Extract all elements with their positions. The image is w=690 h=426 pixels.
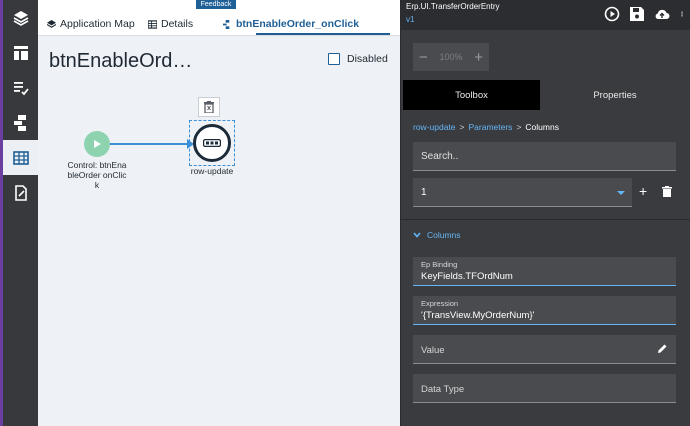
- ep-binding-field[interactable]: Ep Binding KeyFields.TFOrdNum: [413, 257, 676, 286]
- table-icon: [148, 19, 157, 29]
- tab-btnenableorder-onclick[interactable]: btnEnableOrder_onClick: [223, 14, 359, 34]
- expression-field[interactable]: Expression '{TransView.MyOrderNum}': [413, 296, 676, 325]
- add-column-button[interactable]: +: [639, 184, 647, 198]
- left-rail: [0, 0, 38, 426]
- start-node-label: Control: btnEnableOrder onClick: [67, 160, 127, 190]
- tab-properties[interactable]: Properties: [540, 80, 690, 110]
- checklist-icon[interactable]: [3, 70, 38, 105]
- row-update-node-label: row-update: [190, 166, 234, 176]
- save-icon[interactable]: [629, 6, 645, 22]
- search-input[interactable]: Search..: [413, 142, 676, 171]
- more-vertical-icon[interactable]: [679, 6, 685, 22]
- tab-application-map[interactable]: Application Map: [47, 14, 135, 34]
- select-value: 1: [421, 187, 427, 198]
- properties-panel: Erp.UI.TransferOrderEntry v1 − 100% + To…: [400, 0, 690, 426]
- workflow-icon: [223, 19, 230, 29]
- column-select[interactable]: 1: [413, 178, 632, 207]
- disabled-toggle[interactable]: Disabled: [328, 53, 388, 65]
- tab-label: Details: [161, 18, 194, 30]
- tab-details[interactable]: Details: [148, 14, 193, 34]
- panel-tabs: Toolbox Properties: [401, 80, 690, 110]
- row-update-icon: [203, 139, 221, 147]
- zoom-level: 100%: [439, 52, 463, 62]
- panel-title: Erp.UI.TransferOrderEntry: [406, 2, 500, 11]
- layers-icon[interactable]: [3, 0, 38, 35]
- document-edit-icon[interactable]: [3, 175, 38, 210]
- editor-tabs: Feedback Application Map Details btnEnab…: [38, 0, 400, 36]
- zoom-control: − 100% +: [413, 43, 489, 71]
- field-label: Data Type: [421, 384, 465, 395]
- connector-line: [110, 143, 192, 145]
- play-icon: [94, 140, 101, 148]
- feedback-button[interactable]: Feedback: [196, 0, 236, 9]
- workflow-canvas[interactable]: btnEnableOrd… Disabled Control: btnEnabl…: [38, 36, 400, 426]
- field-label: Value: [421, 345, 445, 356]
- chevron-down-icon: [413, 232, 421, 238]
- tab-label: Application Map: [60, 18, 135, 30]
- disabled-label: Disabled: [347, 53, 388, 65]
- trash-icon[interactable]: [662, 186, 672, 197]
- field-label: Expression: [421, 299, 459, 308]
- trash-icon: [204, 101, 214, 113]
- value-field[interactable]: Value: [413, 335, 676, 364]
- field-value: '{TransView.MyOrderNum}': [421, 310, 535, 321]
- delete-node-button[interactable]: [198, 97, 220, 117]
- breadcrumb-row-update[interactable]: row-update: [413, 122, 456, 132]
- panel-version: v1: [406, 15, 415, 24]
- breadcrumb: row-update > Parameters > Columns: [413, 122, 559, 132]
- active-tab-indicator: [256, 33, 390, 35]
- upload-cloud-icon[interactable]: [654, 6, 670, 22]
- pencil-icon[interactable]: [657, 343, 668, 354]
- layers-icon: [47, 19, 56, 28]
- section-divider: [401, 219, 690, 220]
- field-label: Ep Binding: [421, 260, 458, 269]
- breadcrumb-parameters[interactable]: Parameters: [469, 122, 513, 132]
- grid-icon[interactable]: [3, 140, 38, 175]
- chevron-down-icon: [617, 191, 625, 195]
- start-node[interactable]: [84, 131, 110, 157]
- run-icon[interactable]: [604, 6, 620, 22]
- page-title: btnEnableOrd…: [49, 50, 193, 72]
- data-type-field[interactable]: Data Type: [413, 374, 676, 403]
- row-update-node[interactable]: [193, 124, 231, 162]
- breadcrumb-columns: Columns: [525, 122, 559, 132]
- zoom-in-button[interactable]: +: [474, 49, 483, 66]
- tab-label: btnEnableOrder_onClick: [236, 18, 360, 30]
- zoom-out-button[interactable]: −: [419, 49, 428, 66]
- layout-icon[interactable]: [3, 35, 38, 70]
- tab-toolbox[interactable]: Toolbox: [403, 80, 540, 110]
- columns-section-header[interactable]: Columns: [413, 230, 461, 240]
- disabled-checkbox[interactable]: [328, 53, 340, 65]
- field-value: KeyFields.TFOrdNum: [421, 271, 513, 282]
- flow-icon[interactable]: [3, 105, 38, 140]
- section-label: Columns: [427, 230, 461, 240]
- panel-header: Erp.UI.TransferOrderEntry v1: [401, 0, 690, 30]
